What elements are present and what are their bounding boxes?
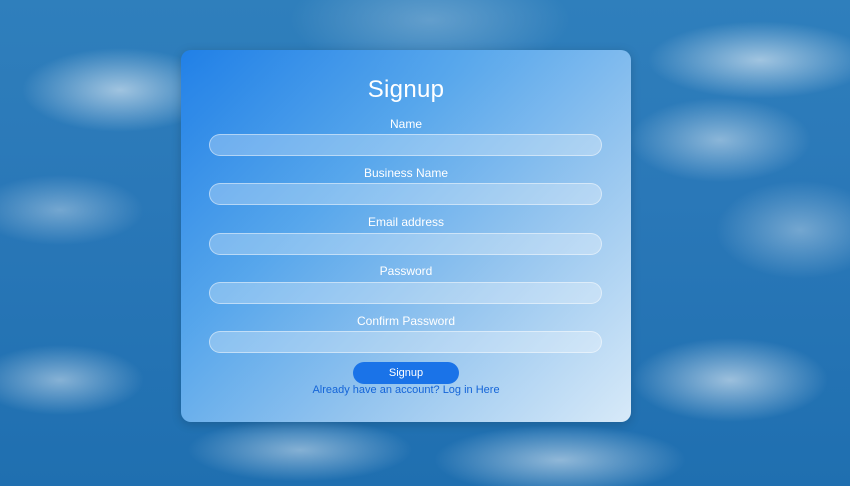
email-label: Email address — [367, 215, 445, 229]
password-input[interactable] — [209, 282, 602, 304]
signup-button[interactable]: Signup — [353, 362, 459, 384]
business-name-label: Business Name — [363, 166, 449, 180]
login-link[interactable]: Already have an account? Log in Here — [181, 384, 631, 396]
signup-card: Signup Name Business Name Email address … — [181, 50, 631, 422]
form-title: Signup — [367, 76, 445, 103]
password-label: Password — [379, 264, 433, 278]
name-label: Name — [389, 117, 422, 131]
confirm-password-input[interactable] — [209, 331, 602, 353]
business-name-input[interactable] — [209, 183, 602, 205]
email-input[interactable] — [209, 233, 602, 255]
name-input[interactable] — [209, 134, 602, 156]
confirm-password-label: Confirm Password — [356, 314, 456, 328]
